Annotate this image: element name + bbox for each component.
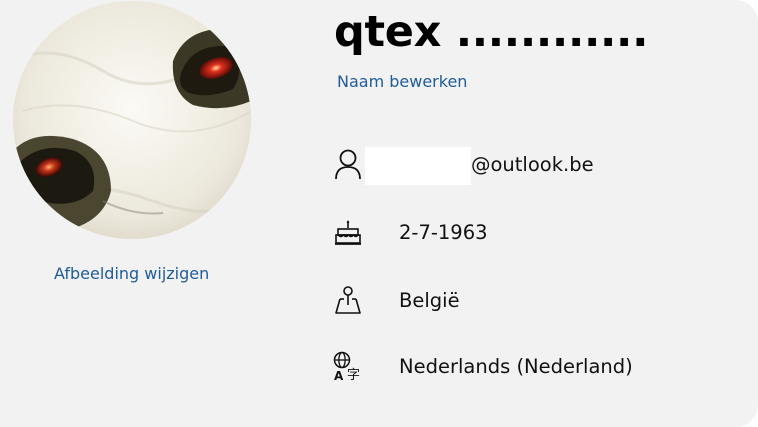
cake-icon <box>333 216 363 248</box>
country-text: België <box>399 288 460 312</box>
edit-name-link[interactable]: Naam bewerken <box>337 72 467 91</box>
language-text: Nederlands (Nederland) <box>399 354 633 378</box>
language-row: A 字 Nederlands (Nederland) <box>333 346 633 386</box>
birthdate-text: 2-7-1963 <box>399 220 488 244</box>
language-icon: A 字 <box>333 350 363 382</box>
change-picture-link[interactable]: Afbeelding wijzigen <box>54 264 209 283</box>
person-icon <box>333 148 363 180</box>
country-row: België <box>333 280 460 320</box>
svg-text:字: 字 <box>347 368 360 381</box>
birthdate-row: 2-7-1963 <box>333 212 488 252</box>
profile-card: Afbeelding wijzigen qtex ............ Na… <box>0 0 758 427</box>
email-redaction <box>365 147 471 185</box>
email-text: @outlook.be <box>471 152 594 176</box>
map-pin-icon <box>333 284 363 316</box>
profile-avatar[interactable] <box>13 1 251 239</box>
profile-name: qtex ............ <box>334 7 649 57</box>
svg-text:A: A <box>334 369 344 381</box>
avatar-image <box>13 1 251 239</box>
email-row: @outlook.be <box>333 144 594 185</box>
